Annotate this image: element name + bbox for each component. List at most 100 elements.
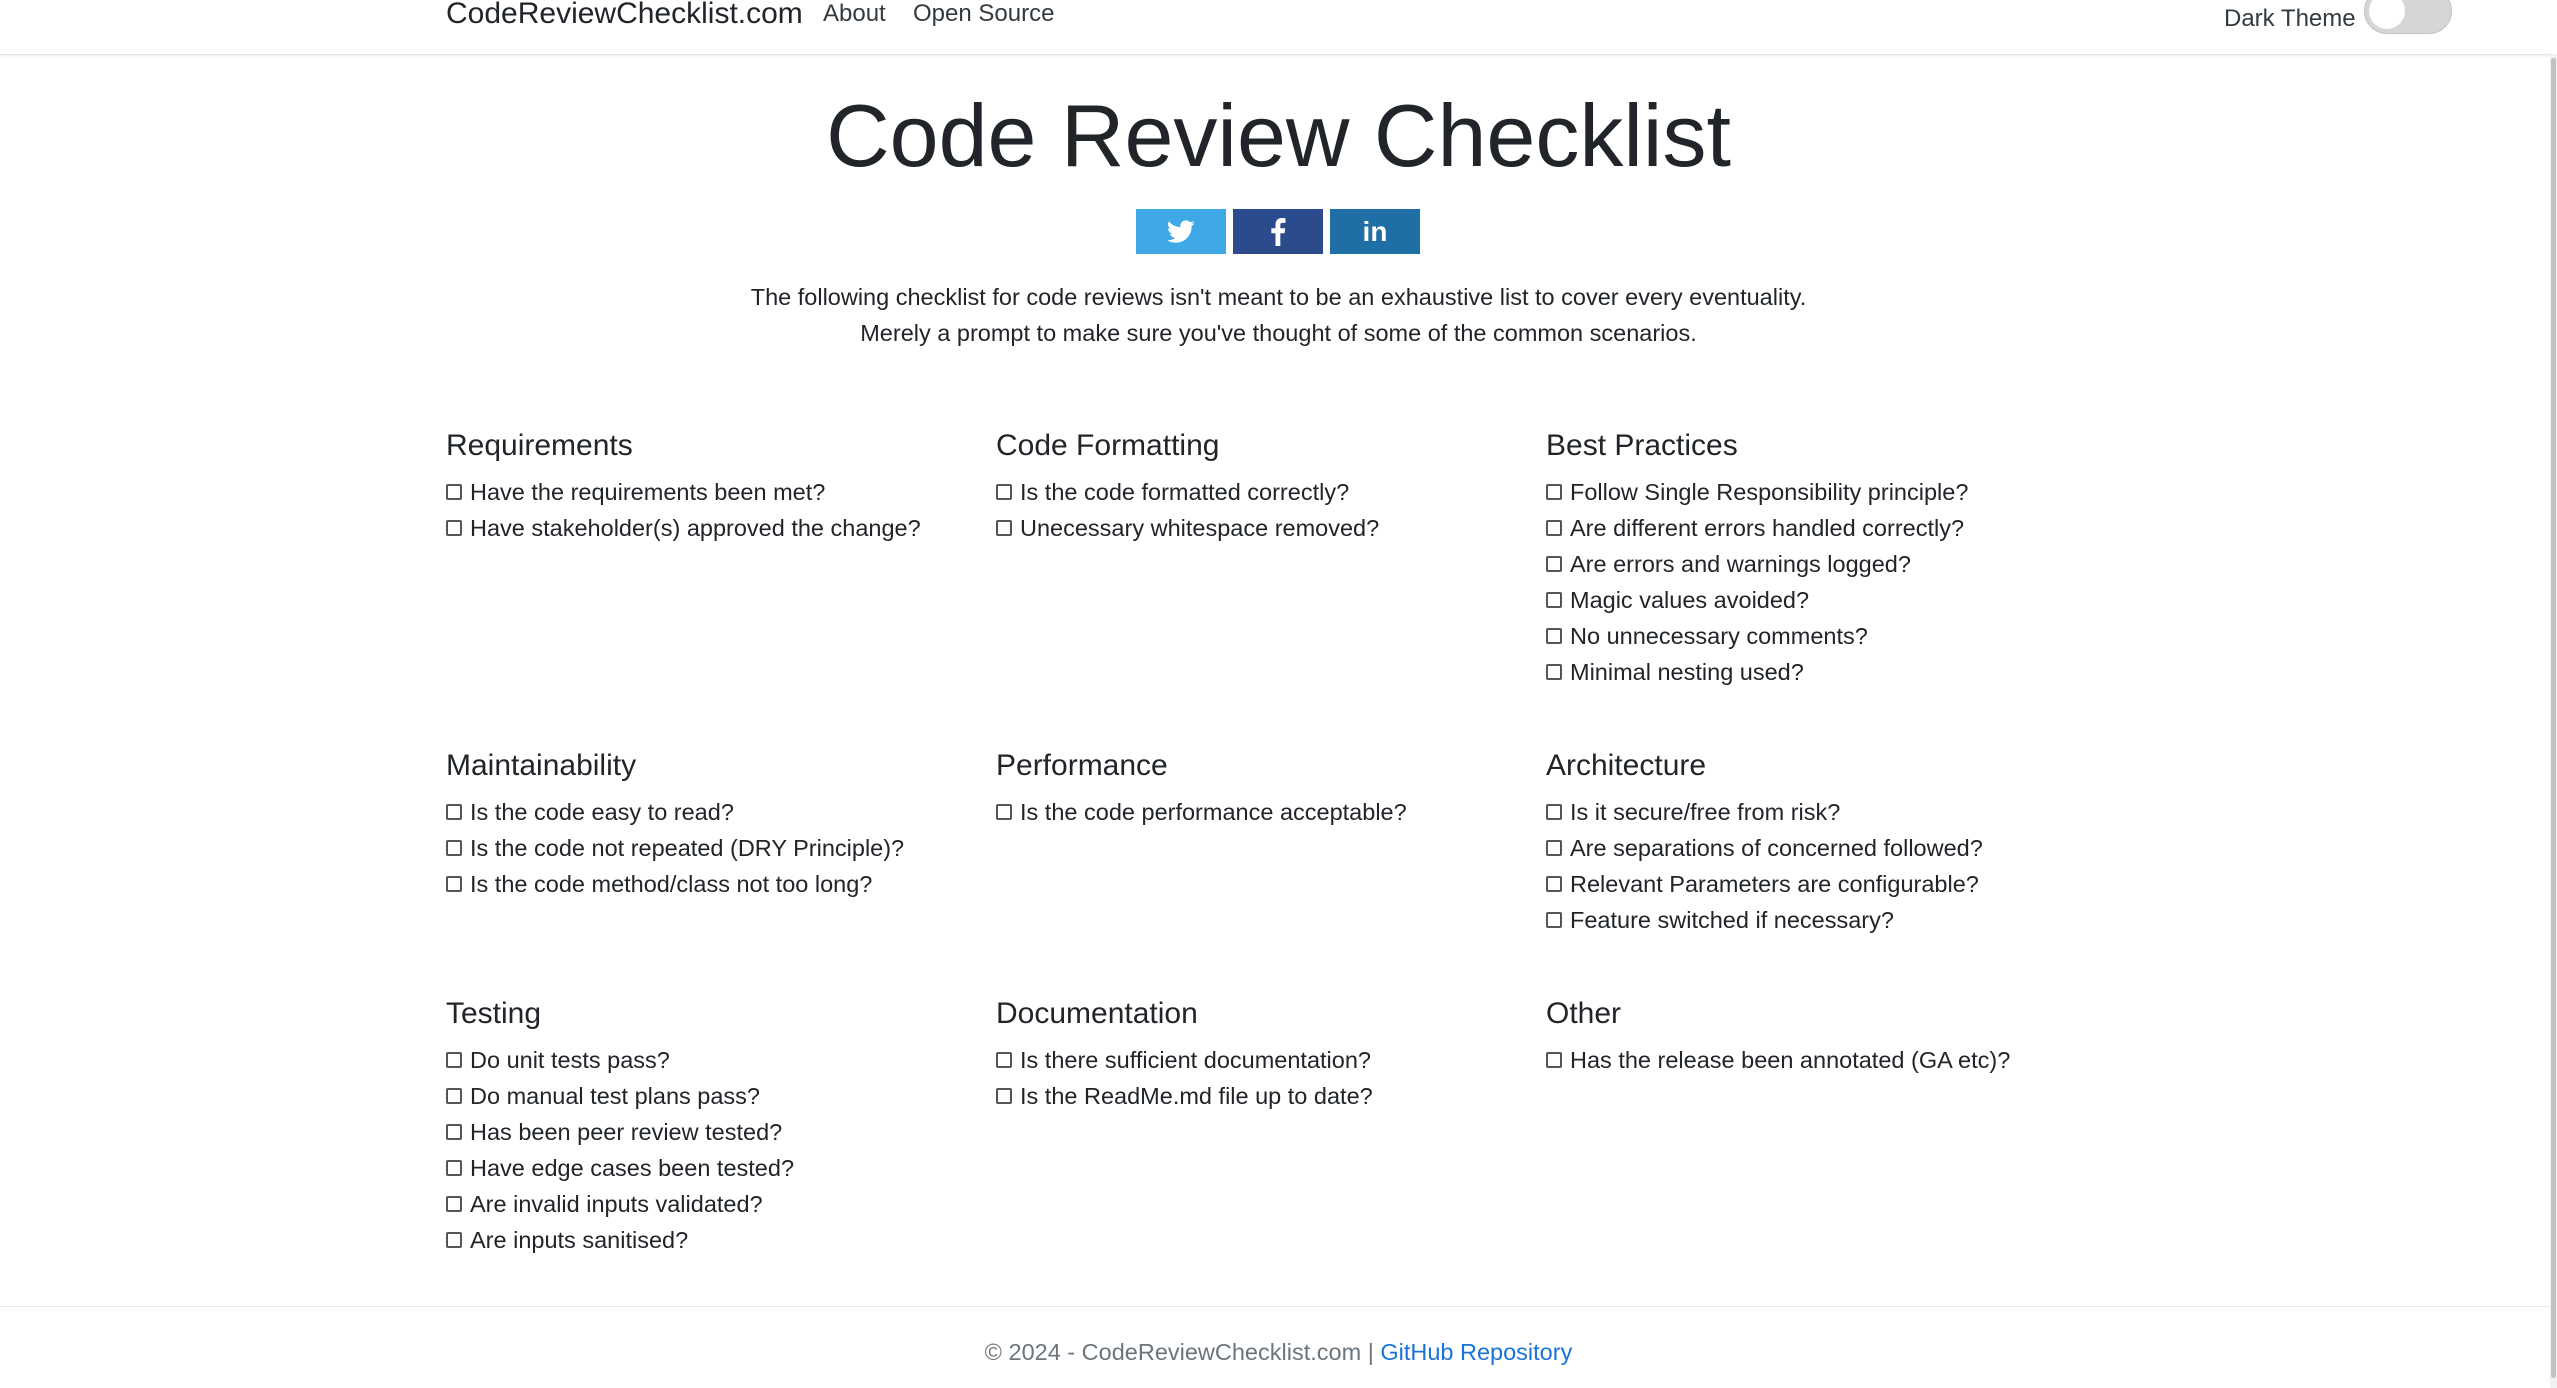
checklist-item-label: Is the code method/class not too long? xyxy=(470,871,873,897)
checklist-item-label: Is there sufficient documentation? xyxy=(1020,1047,1371,1073)
section-maintainability: Maintainability Is the code easy to read… xyxy=(446,748,986,902)
checkbox[interactable] xyxy=(446,520,462,536)
share-facebook-button[interactable] xyxy=(1233,209,1323,254)
checklist-item: Is the code formatted correctly? xyxy=(996,474,1536,510)
dark-theme-toggle[interactable] xyxy=(2364,0,2452,34)
footer-copyright: © 2024 - CodeReviewChecklist.com xyxy=(984,1339,1362,1365)
facebook-icon xyxy=(1271,217,1286,246)
checklist-item: Relevant Parameters are configurable? xyxy=(1546,866,2086,902)
checklist-item: Have stakeholder(s) approved the change? xyxy=(446,510,986,546)
checklist-item-label: Is the code formatted correctly? xyxy=(1020,479,1350,505)
section-testing: Testing Do unit tests pass? Do manual te… xyxy=(446,996,986,1258)
checkbox[interactable] xyxy=(446,1052,462,1068)
share-buttons: in xyxy=(1136,209,1420,254)
checklist-item: Has been peer review tested? xyxy=(446,1114,986,1150)
share-twitter-button[interactable] xyxy=(1136,209,1226,254)
checklist-item: Is the code not repeated (DRY Principle)… xyxy=(446,830,986,866)
checklist-item: Are separations of concerned followed? xyxy=(1546,830,2086,866)
checklist-item-label: Are errors and warnings logged? xyxy=(1570,551,1911,577)
checkbox[interactable] xyxy=(996,520,1012,536)
github-repository-link[interactable]: GitHub Repository xyxy=(1380,1339,1572,1365)
toggle-knob xyxy=(2369,0,2405,29)
section-title: Testing xyxy=(446,997,542,1030)
checkbox[interactable] xyxy=(996,484,1012,500)
linkedin-icon: in xyxy=(1362,215,1388,247)
section-requirements: Requirements Have the requirements been … xyxy=(446,428,986,546)
checkbox[interactable] xyxy=(446,1196,462,1212)
checkbox[interactable] xyxy=(996,804,1012,820)
checklist-item-label: Are inputs sanitised? xyxy=(470,1227,689,1253)
checklist-item: Unecessary whitespace removed? xyxy=(996,510,1536,546)
checklist-item-label: Relevant Parameters are configurable? xyxy=(1570,871,1979,897)
checklist-item: Is the code method/class not too long? xyxy=(446,866,986,902)
dark-theme-label: Dark Theme xyxy=(2224,5,2356,32)
section-title: Performance xyxy=(996,749,1168,782)
checklist-item: Are different errors handled correctly? xyxy=(1546,510,2086,546)
checklist-item: Are errors and warnings logged? xyxy=(1546,546,2086,582)
section-title: Requirements xyxy=(446,429,633,462)
checklist-item: Have edge cases been tested? xyxy=(446,1150,986,1186)
checklist-item-label: Follow Single Responsibility principle? xyxy=(1570,479,1969,505)
twitter-icon xyxy=(1167,219,1195,243)
checklist-item-label: Have edge cases been tested? xyxy=(470,1155,795,1181)
page: CodeReviewChecklist.com About Open Sourc… xyxy=(0,0,2557,1388)
section-documentation: Documentation Is there sufficient docume… xyxy=(996,996,1536,1114)
section-title: Other xyxy=(1546,997,1622,1030)
intro-line-2: Merely a prompt to make sure you've thou… xyxy=(860,320,1697,346)
checkbox[interactable] xyxy=(1546,520,1562,536)
checkbox[interactable] xyxy=(1546,804,1562,820)
checklist-item: Follow Single Responsibility principle? xyxy=(1546,474,2086,510)
checklist-item: Are invalid inputs validated? xyxy=(446,1186,986,1222)
section-title: Maintainability xyxy=(446,749,637,782)
checklist-item-label: Minimal nesting used? xyxy=(1570,659,1804,685)
checkbox[interactable] xyxy=(1546,912,1562,928)
checkbox[interactable] xyxy=(446,804,462,820)
checklist-item: Are inputs sanitised? xyxy=(446,1222,986,1258)
checkbox[interactable] xyxy=(996,1052,1012,1068)
checkbox[interactable] xyxy=(446,484,462,500)
scrollbar-thumb[interactable] xyxy=(2551,58,2556,1378)
share-linkedin-button[interactable]: in xyxy=(1330,209,1420,254)
checklist-item-label: No unnecessary comments? xyxy=(1570,623,1868,649)
checklist-item-label: Is the code performance acceptable? xyxy=(1020,799,1407,825)
checkbox[interactable] xyxy=(1546,484,1562,500)
brand-link[interactable]: CodeReviewChecklist.com xyxy=(446,0,803,32)
checkbox[interactable] xyxy=(446,1124,462,1140)
intro-line-1: The following checklist for code reviews… xyxy=(750,284,1807,310)
section-architecture: Architecture Is it secure/free from risk… xyxy=(1546,748,2086,938)
checkbox[interactable] xyxy=(996,1088,1012,1104)
checklist-item: Is the ReadMe.md file up to date? xyxy=(996,1078,1536,1114)
page-title: Code Review Checklist xyxy=(826,86,1731,185)
checklist-item-label: Has the release been annotated (GA etc)? xyxy=(1570,1047,2011,1073)
checkbox[interactable] xyxy=(446,876,462,892)
checklist-item: Magic values avoided? xyxy=(1546,582,2086,618)
checkbox[interactable] xyxy=(446,840,462,856)
checkbox[interactable] xyxy=(1546,664,1562,680)
checklist-item-label: Are invalid inputs validated? xyxy=(470,1191,763,1217)
footer-divider xyxy=(0,1306,2550,1307)
checklist-item: Is it secure/free from risk? xyxy=(1546,794,2086,830)
checklist-item: Feature switched if necessary? xyxy=(1546,902,2086,938)
checklist-item: No unnecessary comments? xyxy=(1546,618,2086,654)
nav-link-open-source[interactable]: Open Source xyxy=(913,0,1054,30)
checklist-item: Do manual test plans pass? xyxy=(446,1078,986,1114)
checklist-item: Do unit tests pass? xyxy=(446,1042,986,1078)
checkbox[interactable] xyxy=(1546,592,1562,608)
checklist-item-label: Is the code easy to read? xyxy=(470,799,734,825)
checkbox[interactable] xyxy=(1546,876,1562,892)
checkbox[interactable] xyxy=(1546,840,1562,856)
checkbox[interactable] xyxy=(1546,1052,1562,1068)
section-performance: Performance Is the code performance acce… xyxy=(996,748,1536,830)
checklist-item: Is the code performance acceptable? xyxy=(996,794,1536,830)
checklist-item-label: Do unit tests pass? xyxy=(470,1047,670,1073)
checkbox[interactable] xyxy=(446,1160,462,1176)
footer: © 2024 - CodeReviewChecklist.com | GitHu… xyxy=(0,1336,2557,1368)
checkbox[interactable] xyxy=(1546,628,1562,644)
navbar: CodeReviewChecklist.com About Open Sourc… xyxy=(0,0,2557,55)
checkbox[interactable] xyxy=(1546,556,1562,572)
checkbox[interactable] xyxy=(446,1232,462,1248)
nav-link-about[interactable]: About xyxy=(823,0,886,30)
checkbox[interactable] xyxy=(446,1088,462,1104)
checklist-item-label: Have stakeholder(s) approved the change? xyxy=(470,515,921,541)
section-title: Architecture xyxy=(1546,749,1707,782)
